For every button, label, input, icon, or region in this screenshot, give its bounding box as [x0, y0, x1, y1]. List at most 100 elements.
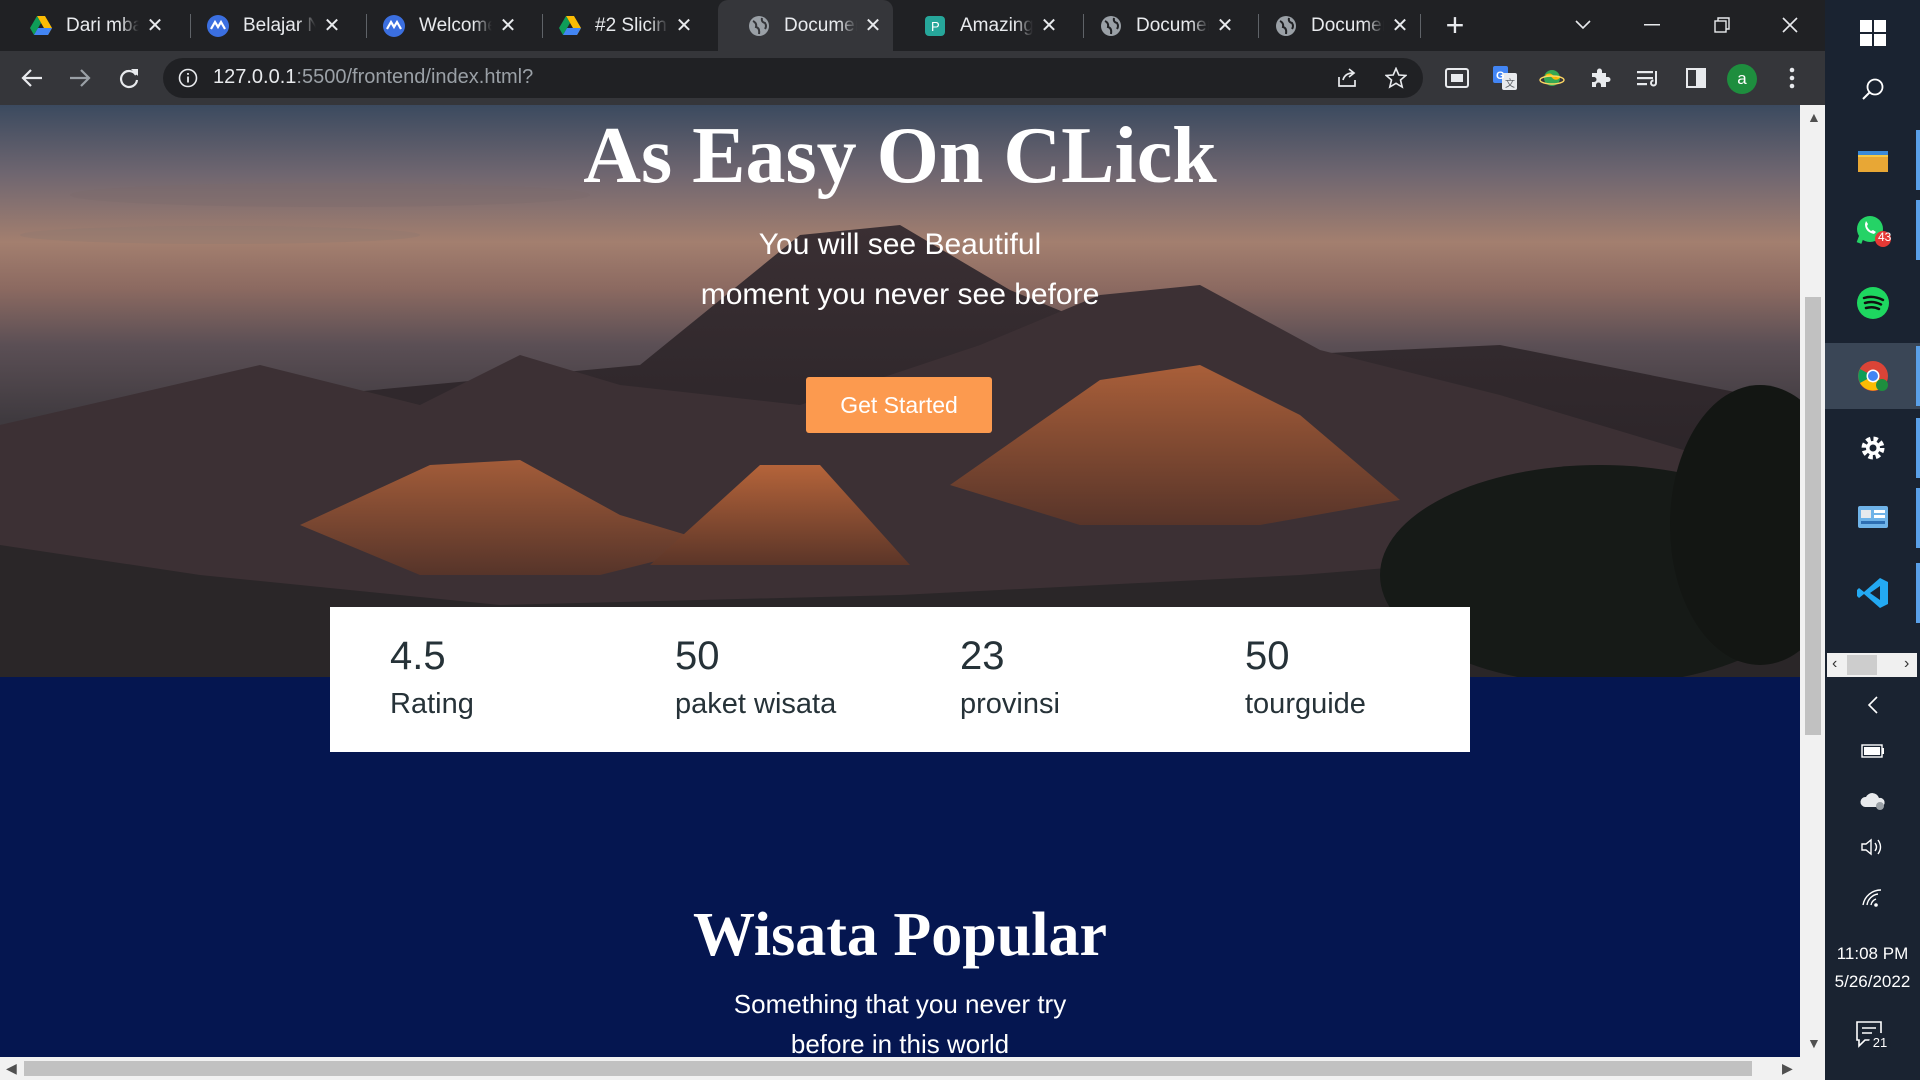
- google-drive-icon: [559, 15, 581, 37]
- globe-icon: [1100, 15, 1122, 37]
- google-drive-icon: [30, 15, 52, 37]
- scroll-right-icon[interactable]: ▶: [1782, 1060, 1793, 1077]
- hero-subtitle: You will see Beautiful moment you never …: [0, 220, 1800, 320]
- side-panel-icon[interactable]: [1680, 62, 1712, 94]
- tab-welcome[interactable]: Welcome ✕: [353, 0, 528, 51]
- extension-earth-icon[interactable]: [1536, 62, 1568, 94]
- google-translate-icon[interactable]: G文: [1489, 62, 1521, 94]
- page-viewport: As Easy On CLick You will see Beautiful …: [0, 105, 1800, 1057]
- chrome-icon[interactable]: [1825, 343, 1920, 409]
- vscode-icon[interactable]: [1825, 560, 1920, 626]
- course-site-icon: [207, 14, 229, 37]
- address-bar[interactable]: 127.0.0.1:5500/frontend/index.html?: [163, 58, 1423, 98]
- volume-icon[interactable]: [1825, 832, 1920, 862]
- stat-label: tourguide: [1245, 688, 1366, 720]
- menu-kebab-icon[interactable]: [1776, 62, 1808, 94]
- onedrive-icon[interactable]: [1825, 786, 1920, 816]
- minimize-icon[interactable]: [1635, 8, 1669, 42]
- picture-in-picture-icon[interactable]: [1441, 62, 1473, 94]
- control-panel-icon[interactable]: [1825, 485, 1920, 551]
- forward-icon[interactable]: [64, 62, 96, 94]
- close-window-icon[interactable]: [1773, 8, 1807, 42]
- reload-icon[interactable]: [113, 62, 145, 94]
- tab-document-active[interactable]: Document ✕: [718, 0, 893, 51]
- hero-section: As Easy On CLick You will see Beautiful …: [0, 105, 1800, 677]
- tab-belajar[interactable]: Belajar Ne ✕: [177, 0, 352, 51]
- search-icon[interactable]: [1825, 56, 1920, 122]
- whatsapp-badge: 43: [1878, 230, 1892, 244]
- scroll-up-icon[interactable]: ▲: [1807, 109, 1821, 125]
- scroll-down-icon[interactable]: ▼: [1807, 1035, 1821, 1051]
- hero-title: As Easy On CLick: [583, 112, 1217, 200]
- tab-title: Amazing: [960, 14, 1033, 36]
- spotify-icon[interactable]: [1825, 270, 1920, 336]
- show-hidden-icons-chevron-icon[interactable]: [1825, 690, 1920, 720]
- section-subtitle-line: before in this world: [790, 1029, 1010, 1057]
- close-icon[interactable]: ✕: [498, 16, 518, 36]
- close-icon[interactable]: ✕: [1215, 16, 1235, 36]
- clock-time: 11:08 PM: [1836, 944, 1909, 963]
- close-icon[interactable]: ✕: [1390, 16, 1410, 36]
- reading-list-icon[interactable]: [1632, 62, 1664, 94]
- extensions-puzzle-icon[interactable]: [1584, 62, 1616, 94]
- course-site-icon: [383, 14, 405, 37]
- tab-document-2[interactable]: Document ✕: [1070, 0, 1245, 51]
- horizontal-scroll-thumb[interactable]: [24, 1061, 1752, 1076]
- browser-window: Dari mbak ✕ Belajar Ne ✕ Welcome ✕: [0, 0, 1825, 1080]
- tab-amazing[interactable]: P Amazing ✕: [894, 0, 1069, 51]
- close-icon[interactable]: ✕: [674, 16, 694, 36]
- get-started-button[interactable]: Get Started: [806, 377, 992, 433]
- bookmark-star-icon[interactable]: [1382, 64, 1410, 92]
- chevron-right-icon[interactable]: ›: [1904, 655, 1909, 673]
- taskbar-scroll[interactable]: ‹ ›: [1827, 653, 1917, 677]
- restore-icon[interactable]: [1705, 8, 1739, 42]
- url-path: :5500/frontend/index.html?: [296, 66, 534, 88]
- svg-text:文: 文: [1505, 77, 1515, 90]
- globe-icon: [748, 15, 770, 37]
- browser-toolbar: 127.0.0.1:5500/frontend/index.html? G文 a: [0, 51, 1825, 105]
- close-icon[interactable]: ✕: [1039, 16, 1059, 36]
- app-icon: P: [924, 15, 946, 37]
- svg-text:G: G: [1496, 70, 1505, 82]
- new-tab-button[interactable]: +: [1440, 9, 1470, 41]
- clock-date: 5/26/2022: [1834, 972, 1911, 991]
- tab-document-3[interactable]: Document ✕: [1245, 0, 1420, 51]
- back-icon[interactable]: [16, 62, 48, 94]
- chevron-left-icon[interactable]: ‹: [1832, 655, 1837, 673]
- stat-value: 50: [1245, 634, 1290, 678]
- profile-avatar[interactable]: a: [1727, 64, 1757, 94]
- scroll-left-icon[interactable]: ◀: [6, 1060, 17, 1077]
- battery-icon[interactable]: [1825, 738, 1920, 764]
- vertical-scrollbar[interactable]: ▲ ▼: [1800, 105, 1825, 1057]
- tab-strip: Dari mbak ✕ Belajar Ne ✕ Welcome ✕: [0, 0, 1825, 51]
- stat-label: Rating: [390, 688, 474, 720]
- close-icon[interactable]: ✕: [322, 16, 342, 36]
- tab-title: Belajar Ne: [243, 14, 316, 36]
- settings-gear-icon[interactable]: [1825, 415, 1920, 481]
- vertical-scroll-thumb[interactable]: [1805, 297, 1821, 735]
- tab-title: Welcome: [419, 14, 492, 36]
- file-explorer-icon[interactable]: [1825, 127, 1920, 193]
- site-info-icon[interactable]: [177, 67, 199, 89]
- stat-label: provinsi: [960, 688, 1060, 720]
- tab-title: Dari mbak: [66, 14, 139, 36]
- stat-tourguide: 50 tourguide: [1245, 633, 1366, 727]
- tab-slicing[interactable]: #2 Slicing ✕: [529, 0, 704, 51]
- share-icon[interactable]: [1333, 64, 1361, 92]
- notifications-icon[interactable]: 21: [1855, 1020, 1891, 1056]
- svg-text:P: P: [931, 19, 940, 34]
- tab-dari-mbak[interactable]: Dari mbak ✕: [0, 0, 175, 51]
- horizontal-scrollbar[interactable]: ◀ ▶: [0, 1057, 1825, 1080]
- close-icon[interactable]: ✕: [863, 16, 883, 36]
- notification-count: 21: [1869, 1033, 1891, 1053]
- hero-subtitle-line: moment you never see before: [700, 278, 1100, 311]
- tab-search-icon[interactable]: [1566, 8, 1600, 42]
- hero-subtitle-line: You will see Beautiful: [758, 228, 1042, 261]
- system-clock[interactable]: 11:08 PM 5/26/2022: [1825, 940, 1920, 996]
- tab-title: Document: [1136, 14, 1209, 36]
- close-icon[interactable]: ✕: [145, 16, 165, 36]
- url-text[interactable]: 127.0.0.1:5500/frontend/index.html?: [213, 66, 533, 89]
- wifi-icon[interactable]: [1825, 883, 1920, 913]
- whatsapp-icon[interactable]: 43: [1825, 197, 1920, 263]
- stat-provinsi: 23 provinsi: [960, 633, 1060, 727]
